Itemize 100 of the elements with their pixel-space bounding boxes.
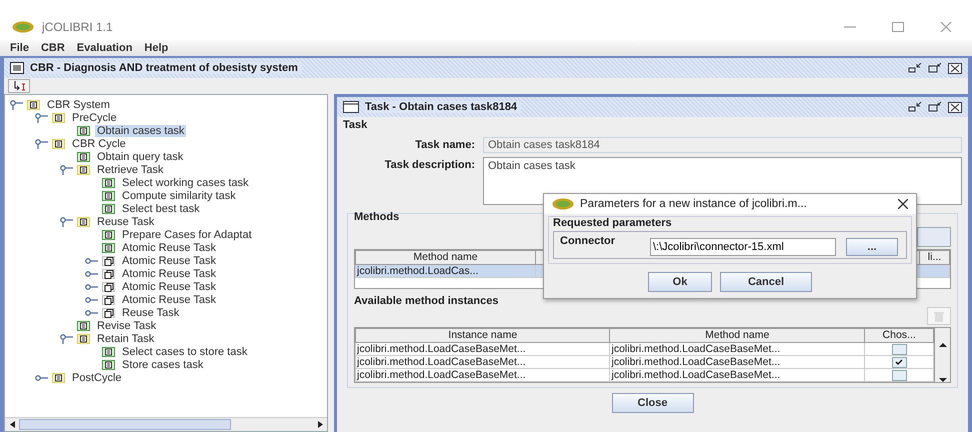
tree-item[interactable]: Atomic Reuse Task [120,280,218,292]
tree-item[interactable]: Atomic Reuse Task [120,254,218,266]
checkbox[interactable] [892,344,907,354]
scroll-left-icon[interactable] [10,421,14,428]
tree-toggle-icon[interactable] [84,308,98,318]
table-cell[interactable]: jcolibri.method.LoadCaseBaseMet... [610,342,864,356]
tree-item[interactable]: Atomic Reuse Task [120,242,218,254]
horizontal-scrollbar[interactable] [5,417,327,431]
menu-item[interactable]: Help [144,42,168,54]
task-name-field[interactable]: Obtain cases task8184 [483,137,962,153]
frame-title: Task - Obtain cases task8184 [365,101,522,113]
list-icon [77,320,90,330]
tree-toggle-icon[interactable] [34,112,48,122]
table-cell[interactable]: jcolibri.method.LoadCaseBaseMet... [356,368,610,382]
tree-item[interactable]: Retrieve Task [95,164,166,176]
column-header[interactable]: Instance name [356,328,610,342]
dialog-logo-icon [552,198,574,210]
group-label: Methods [354,211,400,225]
tree-item[interactable]: Atomic Reuse Task [120,294,218,306]
tree-item[interactable]: CBR Cycle [70,138,128,150]
close-icon[interactable] [948,62,962,74]
tree-item[interactable]: Select working cases task [120,176,251,188]
frame-title: CBR - Diagnosis AND treatment of obesisty system [30,62,302,74]
list-icon [102,204,115,214]
tree-item[interactable]: CBR System [45,98,112,110]
table-cell[interactable]: jcolibri.method.LoadCaseBaseMet... [610,368,864,382]
tree-item[interactable]: Reuse Task [120,306,182,318]
add-button[interactable] [917,227,951,247]
tree-toggle-icon[interactable] [59,164,73,174]
table-cell[interactable]: jcolibri.method.LoadCaseBaseMet... [610,356,864,368]
minimize-icon[interactable] [908,102,922,112]
list-icon [102,360,115,370]
tree-toggle-icon[interactable] [84,268,98,278]
menu-item[interactable]: CBR [40,42,65,54]
list-icon [102,178,115,188]
list-icon [77,164,90,174]
maximize-icon[interactable] [928,63,942,73]
table-cell[interactable]: jcolibri.method.LoadCaseBaseMet... [356,356,610,368]
column-header[interactable]: Method name [356,250,536,264]
scroll-up-icon[interactable] [938,342,947,347]
menu-item[interactable]: File [10,42,29,54]
close-icon[interactable] [898,199,908,209]
tree-item[interactable]: Retain Task [95,332,156,344]
browse-button[interactable]: ... [846,238,898,256]
vertical-scrollbar[interactable] [934,328,950,382]
tree-item[interactable]: Revise Task [95,320,158,332]
checkmark-icon [895,359,904,365]
tree-item[interactable]: Compute similarity task [120,190,238,202]
list-icon [102,346,115,356]
list-icon [52,372,65,382]
tree-item[interactable]: Reuse Task [95,216,156,228]
tree-toggle-icon[interactable] [84,294,98,304]
dialog-button[interactable]: Cancel [720,272,812,292]
field-label: Task description: [384,158,475,173]
tree-toggle-icon[interactable] [84,256,98,266]
list-icon [102,190,115,200]
list-icon [102,230,115,240]
window-title: jCOLIBRI 1.1 [42,20,114,34]
tree-item[interactable]: Store cases task [120,358,206,370]
app-logo-icon [12,21,34,33]
connector-field[interactable]: \:\Jcolibri\connector-15.xml [650,238,836,256]
tree-toggle-icon[interactable] [34,372,48,382]
column-header[interactable]: Chos... [864,328,934,342]
tree-item[interactable]: Select best task [120,202,202,214]
tree-item[interactable]: Select cases to store task [120,346,250,358]
scroll-right-icon[interactable] [318,421,322,428]
tree-toggle-icon[interactable] [84,282,98,292]
stack-icon [102,282,115,292]
tree-item[interactable]: Obtain cases task [95,124,186,136]
tree-toggle-icon[interactable] [59,216,73,226]
minimize-icon[interactable] [908,63,922,73]
close-icon[interactable] [948,102,962,112]
checkbox[interactable] [892,356,907,368]
group-label: Requested parameters [553,217,673,231]
checkbox[interactable] [892,370,907,380]
tree-toggle-icon[interactable] [9,100,23,110]
toolbar-button[interactable] [8,79,30,93]
tree-item[interactable]: Atomic Reuse Task [120,268,218,280]
table-cell[interactable]: jcolibri.method.LoadCaseBaseMet... [356,342,610,356]
table-cell[interactable]: jcolibri.method.LoadCas... [356,264,536,278]
tree-item[interactable]: Prepare Cases for Adaptat [120,228,254,240]
section-label: Available method instances [354,295,498,307]
arrow-icon [12,81,26,91]
menu-item[interactable]: Evaluation [76,42,132,54]
close-button[interactable]: Close [612,393,694,413]
tree-toggle-icon[interactable] [59,334,73,344]
tree-item[interactable]: PreCycle [70,112,119,124]
list-icon [77,126,90,136]
list-icon [77,334,90,344]
stack-icon [102,268,115,278]
column-header[interactable]: Method name [610,328,864,342]
scroll-down-icon[interactable] [938,377,947,382]
maximize-icon[interactable] [928,102,942,112]
tree-toggle-icon[interactable] [34,138,48,148]
dialog-button[interactable]: Ok [648,272,712,292]
tree-item[interactable]: PostCycle [70,372,124,384]
field-label: Task name: [414,138,475,153]
column-header[interactable]: li... [920,250,950,264]
tree-item[interactable]: Obtain query task [95,150,186,162]
stack-icon [102,294,115,304]
